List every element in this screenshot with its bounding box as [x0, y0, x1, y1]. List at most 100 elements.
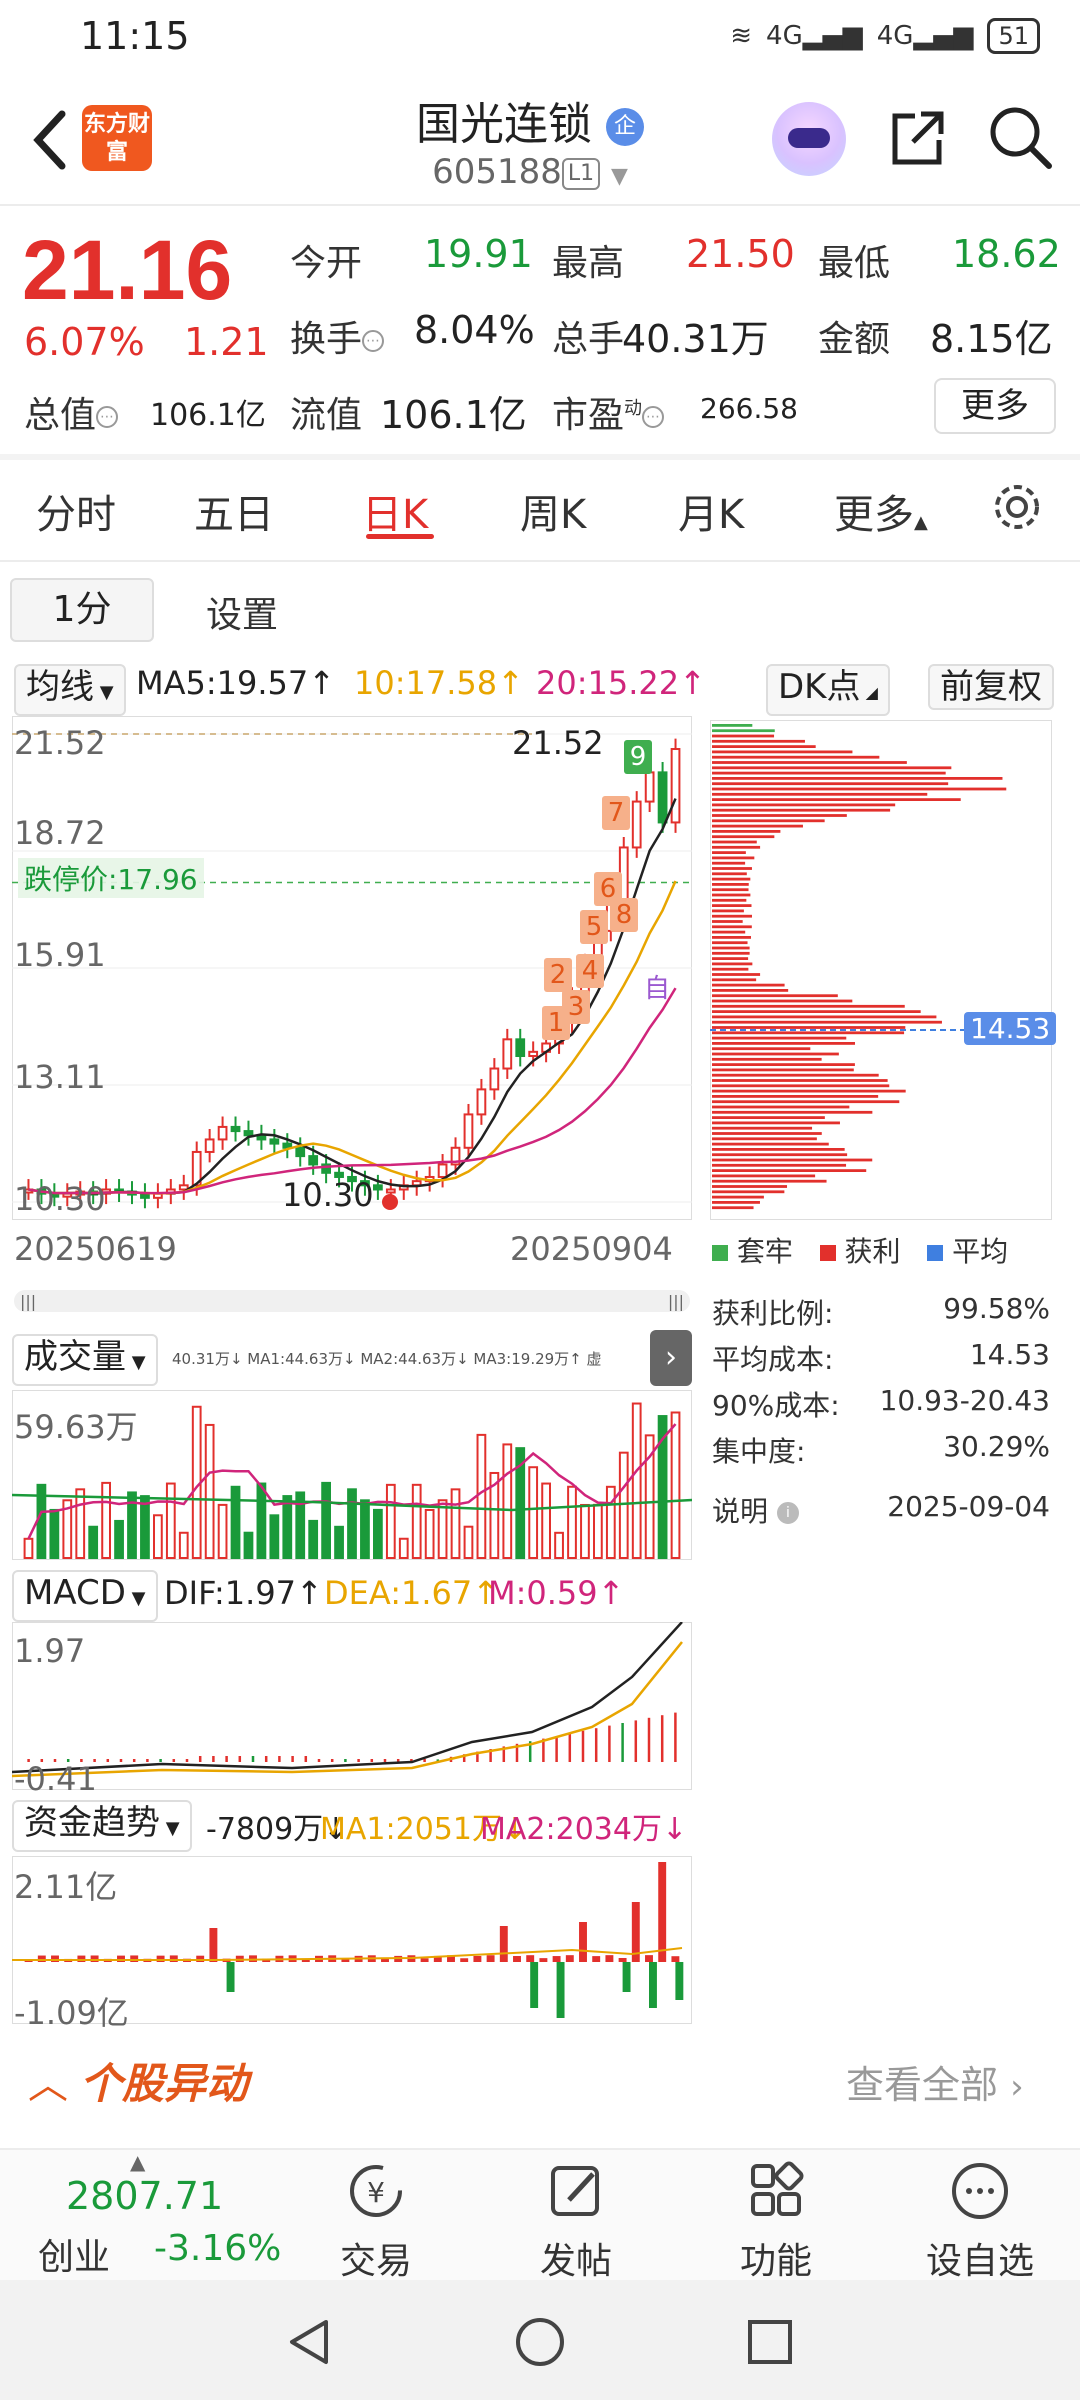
chip-bar: [712, 1100, 900, 1104]
fund-bar-negative: [226, 1962, 235, 1992]
candle: [631, 800, 642, 849]
chip-bar: [712, 904, 752, 907]
macd-m: M:0.59↑: [488, 1574, 625, 1612]
volume-bar: [476, 1433, 487, 1559]
share-icon[interactable]: [885, 106, 949, 170]
date-end: 20250904: [510, 1230, 673, 1268]
chip-bar: [712, 1004, 905, 1008]
fund-bar-positive: [117, 1955, 125, 1962]
tab-daily-k[interactable]: 日K: [362, 482, 428, 540]
chip-bar: [712, 782, 949, 786]
chip-note-link[interactable]: 说明 i: [712, 1490, 799, 1530]
chip-bar: [712, 1158, 873, 1162]
volume-bar: [463, 1525, 474, 1559]
back-icon[interactable]: [24, 100, 84, 180]
volume-bar: [618, 1451, 629, 1560]
candle: [385, 1188, 396, 1194]
tag-marker-3[interactable]: 3: [562, 990, 590, 1024]
adjust-button[interactable]: 前复权: [928, 664, 1054, 710]
chip-bar: [712, 1142, 829, 1146]
tag-marker-9[interactable]: 9: [624, 740, 652, 774]
fund-bar-positive: [51, 1955, 59, 1962]
chip-bar: [712, 893, 751, 897]
chip-bar: [712, 1057, 822, 1061]
y-label: 13.11: [14, 1058, 106, 1096]
search-icon[interactable]: [985, 102, 1055, 172]
nav-back-icon[interactable]: [282, 2314, 338, 2370]
more-button[interactable]: 更多: [934, 378, 1056, 434]
tag-marker-5[interactable]: 5: [580, 910, 608, 944]
chip-bar: [712, 883, 749, 886]
macd-chart: [12, 1622, 692, 1790]
max-price-marker: 21.52: [512, 724, 604, 762]
chip-bar: [712, 909, 744, 913]
index-value[interactable]: 2807.71: [66, 2174, 223, 2218]
macd-indicator-select[interactable]: MACD ▼: [12, 1570, 158, 1622]
candle: [644, 771, 655, 803]
chip-bar: [712, 999, 853, 1003]
tab-more[interactable]: 更多▲: [834, 482, 928, 540]
stock-code[interactable]: 605188 L1 ▼: [380, 152, 680, 192]
volume-bar: [411, 1483, 422, 1559]
add-watchlist-button[interactable]: 设自选: [920, 2160, 1040, 2284]
tag-marker-4[interactable]: 4: [576, 954, 604, 988]
index-percent[interactable]: -3.16%: [154, 2228, 281, 2269]
ma-indicator-select[interactable]: 均线 ▼: [14, 664, 126, 716]
expand-arrow-icon[interactable]: ›: [650, 1330, 692, 1386]
chart-scrollbar[interactable]: ||| |||: [14, 1290, 690, 1312]
info-icon[interactable]: ⋯: [362, 330, 385, 352]
trade-button[interactable]: ¥ 交易: [316, 2160, 436, 2284]
nav-home-icon[interactable]: [512, 2314, 568, 2370]
fund-bar-positive: [169, 1955, 178, 1962]
index-name[interactable]: 创业: [38, 2228, 110, 2280]
scroll-handle-left[interactable]: |||: [20, 1292, 36, 1311]
see-all-link[interactable]: 查看全部 ›: [846, 2054, 1024, 2109]
section-divider: [0, 454, 1080, 460]
tab-five-day[interactable]: 五日: [194, 482, 274, 540]
status-icons: ≋ 4G▂▄▆ 4G▂▄▆ 51: [730, 18, 1040, 54]
tab-weekly-k[interactable]: 周K: [520, 482, 586, 540]
candle: [269, 1138, 280, 1145]
fund-ma2: MA2:2034万↓: [480, 1812, 688, 1847]
info-icon[interactable]: ⋯: [642, 406, 665, 428]
volume-bar: [88, 1525, 99, 1559]
fund-bar-positive: [499, 1926, 508, 1962]
avg-cost-value: 14.53: [969, 1338, 1050, 1371]
post-button[interactable]: 发帖: [516, 2160, 636, 2284]
chip-bar: [712, 1110, 873, 1114]
chip-bar: [712, 792, 928, 796]
scroll-handle-right[interactable]: |||: [668, 1292, 684, 1311]
candle: [670, 748, 681, 824]
y-label: 18.72: [14, 814, 106, 852]
volume-bar: [49, 1508, 60, 1559]
dk-point-select[interactable]: DK点 ◢: [766, 664, 890, 716]
cost90-value: 10.93-20.43: [879, 1384, 1050, 1417]
info-icon[interactable]: ⋯: [96, 406, 119, 428]
period-1min-button[interactable]: 1分: [10, 578, 154, 642]
volume-bar: [631, 1402, 642, 1559]
chip-bar: [712, 914, 752, 918]
chip-bar: [712, 1031, 905, 1035]
tab-monthly-k[interactable]: 月K: [678, 482, 744, 540]
settings-button[interactable]: 设置: [206, 586, 278, 638]
candle: [528, 1050, 539, 1058]
volume-bar: [178, 1531, 189, 1559]
gear-icon[interactable]: [990, 480, 1044, 534]
features-button[interactable]: 功能: [716, 2160, 836, 2284]
edit-icon: [551, 2166, 599, 2216]
tag-marker-7[interactable]: 7: [602, 796, 630, 830]
fund-indicator-select[interactable]: 资金趋势 ▼: [12, 1800, 192, 1852]
tab-intraday[interactable]: 分时: [36, 482, 116, 540]
volume-bar: [101, 1481, 111, 1559]
volume-indicator-select[interactable]: 成交量 ▼: [12, 1334, 158, 1386]
ma10-value: 10:17.58↑: [354, 664, 524, 702]
chip-bar: [712, 814, 847, 817]
tag-marker-8[interactable]: 8: [610, 898, 638, 932]
nav-recent-icon[interactable]: [742, 2314, 798, 2370]
chip-bar: [712, 1026, 906, 1029]
chip-bar: [712, 1185, 788, 1188]
limit-down-label: 跌停价:17.96: [18, 858, 204, 898]
tag-marker-2[interactable]: 2: [544, 958, 572, 992]
assistant-avatar[interactable]: [772, 102, 846, 176]
fund-bar-positive: [77, 1955, 86, 1962]
